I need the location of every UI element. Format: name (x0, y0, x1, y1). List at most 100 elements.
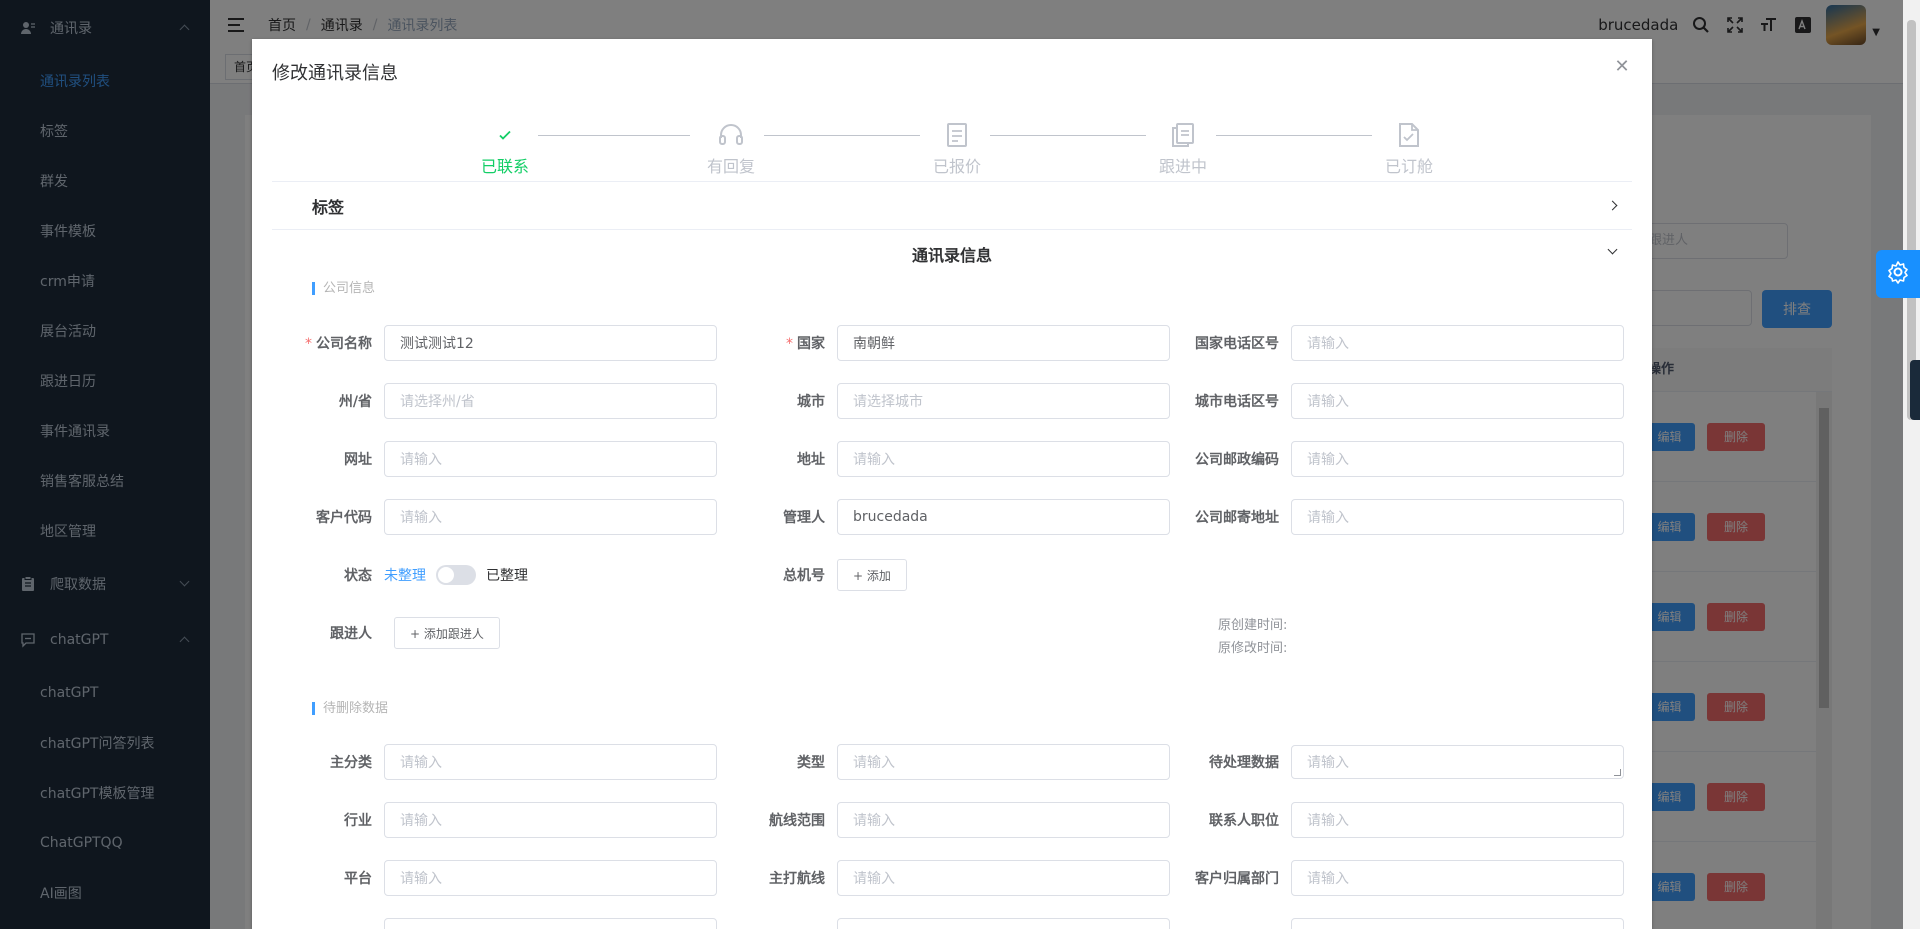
city-select[interactable]: 请选择城市 (837, 383, 1170, 419)
add-phone-button[interactable]: + 添加 (837, 559, 907, 591)
field-label: 客户归属部门 (1195, 871, 1279, 887)
industry-input[interactable]: 请输入 (384, 802, 717, 838)
modified-time-label: 原修改时间: (1218, 641, 1288, 656)
pending-data-textarea[interactable]: 请输入 (1291, 745, 1624, 779)
type-input[interactable]: 请输入 (837, 744, 1170, 780)
field-contact-position: 联系人职位 请输入 (1179, 802, 1624, 838)
step-contacted[interactable]: 已联系 (445, 121, 565, 177)
field-next-row (1179, 918, 1624, 929)
field-label: 平台 (344, 871, 372, 887)
headset-icon (671, 121, 791, 149)
collapse-info-title: 通讯录信息 (911, 246, 992, 265)
field-client-code: 客户代码 请输入 (272, 499, 717, 535)
edit-contact-dialog: 修改通讯录信息 ✕ 已联系 有回复 已报价 跟进中 已订舱 标签 通讯录信息 公… (252, 39, 1652, 929)
collapse-tags-header[interactable]: 标签 (272, 182, 1632, 230)
status-on-label[interactable]: 已整理 (486, 565, 528, 585)
field-next-row (725, 918, 1170, 929)
copy-document-icon (1123, 121, 1243, 149)
step-label: 有回复 (706, 157, 755, 176)
field-label: 地址 (797, 452, 825, 468)
step-quoted[interactable]: 已报价 (897, 121, 1017, 177)
platform-input[interactable]: 请输入 (384, 860, 717, 896)
field-label: 客户代码 (316, 510, 372, 526)
manager-input[interactable]: brucedada (837, 499, 1170, 535)
dialog-header: 修改通讯录信息 ✕ (252, 39, 1652, 99)
status-steps: 已联系 有回复 已报价 跟进中 已订舱 (452, 121, 1452, 181)
step-following[interactable]: 跟进中 (1123, 121, 1243, 177)
add-follower-button[interactable]: + 添加跟进人 (394, 617, 500, 649)
company-name-input[interactable]: 测试测试12 (384, 325, 717, 361)
field-city: 城市 请选择城市 (725, 383, 1170, 419)
dialog-title: 修改通讯录信息 (272, 63, 398, 84)
field-label: * 公司名称 (305, 336, 372, 352)
address-input[interactable]: 请输入 (837, 441, 1170, 477)
client-dept-input[interactable]: 请输入 (1291, 860, 1624, 896)
website-input[interactable]: 请输入 (384, 441, 717, 477)
country-code-input[interactable]: 请输入 (1291, 325, 1624, 361)
document-icon (897, 121, 1017, 149)
field-type: 类型 请输入 (725, 744, 1170, 780)
client-code-input[interactable]: 请输入 (384, 499, 717, 535)
main-category-input[interactable]: 请输入 (384, 744, 717, 780)
step-replied[interactable]: 有回复 (671, 121, 791, 177)
section-pending-data: 待删除数据 (312, 702, 388, 715)
field-main-phone: 总机号 + 添加 (725, 557, 907, 593)
field-platform: 平台 请输入 (272, 860, 717, 896)
field-client-dept: 客户归属部门 请输入 (1179, 860, 1624, 896)
step-label: 已联系 (480, 157, 529, 176)
field-state: 州/省 请选择州/省 (272, 383, 717, 419)
route-range-input[interactable]: 请输入 (837, 802, 1170, 838)
next-row-input[interactable] (837, 918, 1170, 929)
city-code-input[interactable]: 请输入 (1291, 383, 1624, 419)
collapse-tags: 标签 (272, 181, 1632, 230)
field-website: 网址 请输入 (272, 441, 717, 477)
field-company-name: * 公司名称 测试测试12 (272, 325, 717, 361)
chevron-down-icon (1607, 244, 1618, 255)
step-booked[interactable]: 已订舱 (1349, 121, 1469, 177)
field-city-code: 城市电话区号 请输入 (1179, 383, 1624, 419)
created-time-label: 原创建时间: (1218, 618, 1288, 633)
field-label: * 国家 (786, 336, 825, 352)
side-widget-tab[interactable] (1910, 360, 1920, 420)
field-label: 待处理数据 (1209, 755, 1279, 771)
field-label: 公司邮政编码 (1195, 452, 1279, 468)
field-pending-data: 待处理数据 请输入 (1179, 744, 1624, 780)
page-scrollbar[interactable] (1903, 0, 1920, 929)
chevron-right-icon (1607, 200, 1618, 211)
field-label: 主打航线 (769, 871, 825, 887)
field-address: 地址 请输入 (725, 441, 1170, 477)
state-select[interactable]: 请选择州/省 (384, 383, 717, 419)
country-select[interactable]: 南朝鲜 (837, 325, 1170, 361)
contact-position-input[interactable]: 请输入 (1291, 802, 1624, 838)
postcode-input[interactable]: 请输入 (1291, 441, 1624, 477)
check-icon (445, 121, 565, 149)
field-label: 州/省 (338, 394, 372, 410)
field-label: 网址 (344, 452, 372, 468)
meta-times: 原创建时间: 原修改时间: (1218, 614, 1287, 660)
field-label: 总机号 (783, 568, 825, 584)
field-route-range: 航线范围 请输入 (725, 802, 1170, 838)
status-toggle[interactable] (436, 565, 476, 585)
collapse-contact-info: 通讯录信息 (272, 229, 1632, 278)
status-off-label[interactable]: 未整理 (384, 565, 426, 585)
next-row-input[interactable] (1291, 918, 1624, 929)
field-country-code: 国家电话区号 请输入 (1179, 325, 1624, 361)
field-label: 主分类 (330, 755, 372, 771)
field-label: 状态 (344, 568, 372, 584)
settings-button[interactable] (1876, 250, 1920, 298)
mail-address-input[interactable]: 请输入 (1291, 499, 1624, 535)
field-label: 公司邮寄地址 (1195, 510, 1279, 526)
field-label: 类型 (797, 755, 825, 771)
field-label: 联系人职位 (1209, 813, 1279, 829)
main-route-input[interactable]: 请输入 (837, 860, 1170, 896)
field-manager: 管理人 brucedada (725, 499, 1170, 535)
next-row-input[interactable] (384, 918, 717, 929)
close-icon[interactable]: ✕ (1612, 57, 1632, 77)
field-label: 航线范围 (769, 813, 825, 829)
field-postcode: 公司邮政编码 请输入 (1179, 441, 1624, 477)
field-next-row (272, 918, 717, 929)
field-label: 城市 (797, 394, 825, 410)
document-check-icon (1349, 121, 1469, 149)
field-follower: 跟进人 + 添加跟进人 (272, 615, 500, 651)
collapse-info-header[interactable]: 通讯录信息 (272, 230, 1632, 278)
